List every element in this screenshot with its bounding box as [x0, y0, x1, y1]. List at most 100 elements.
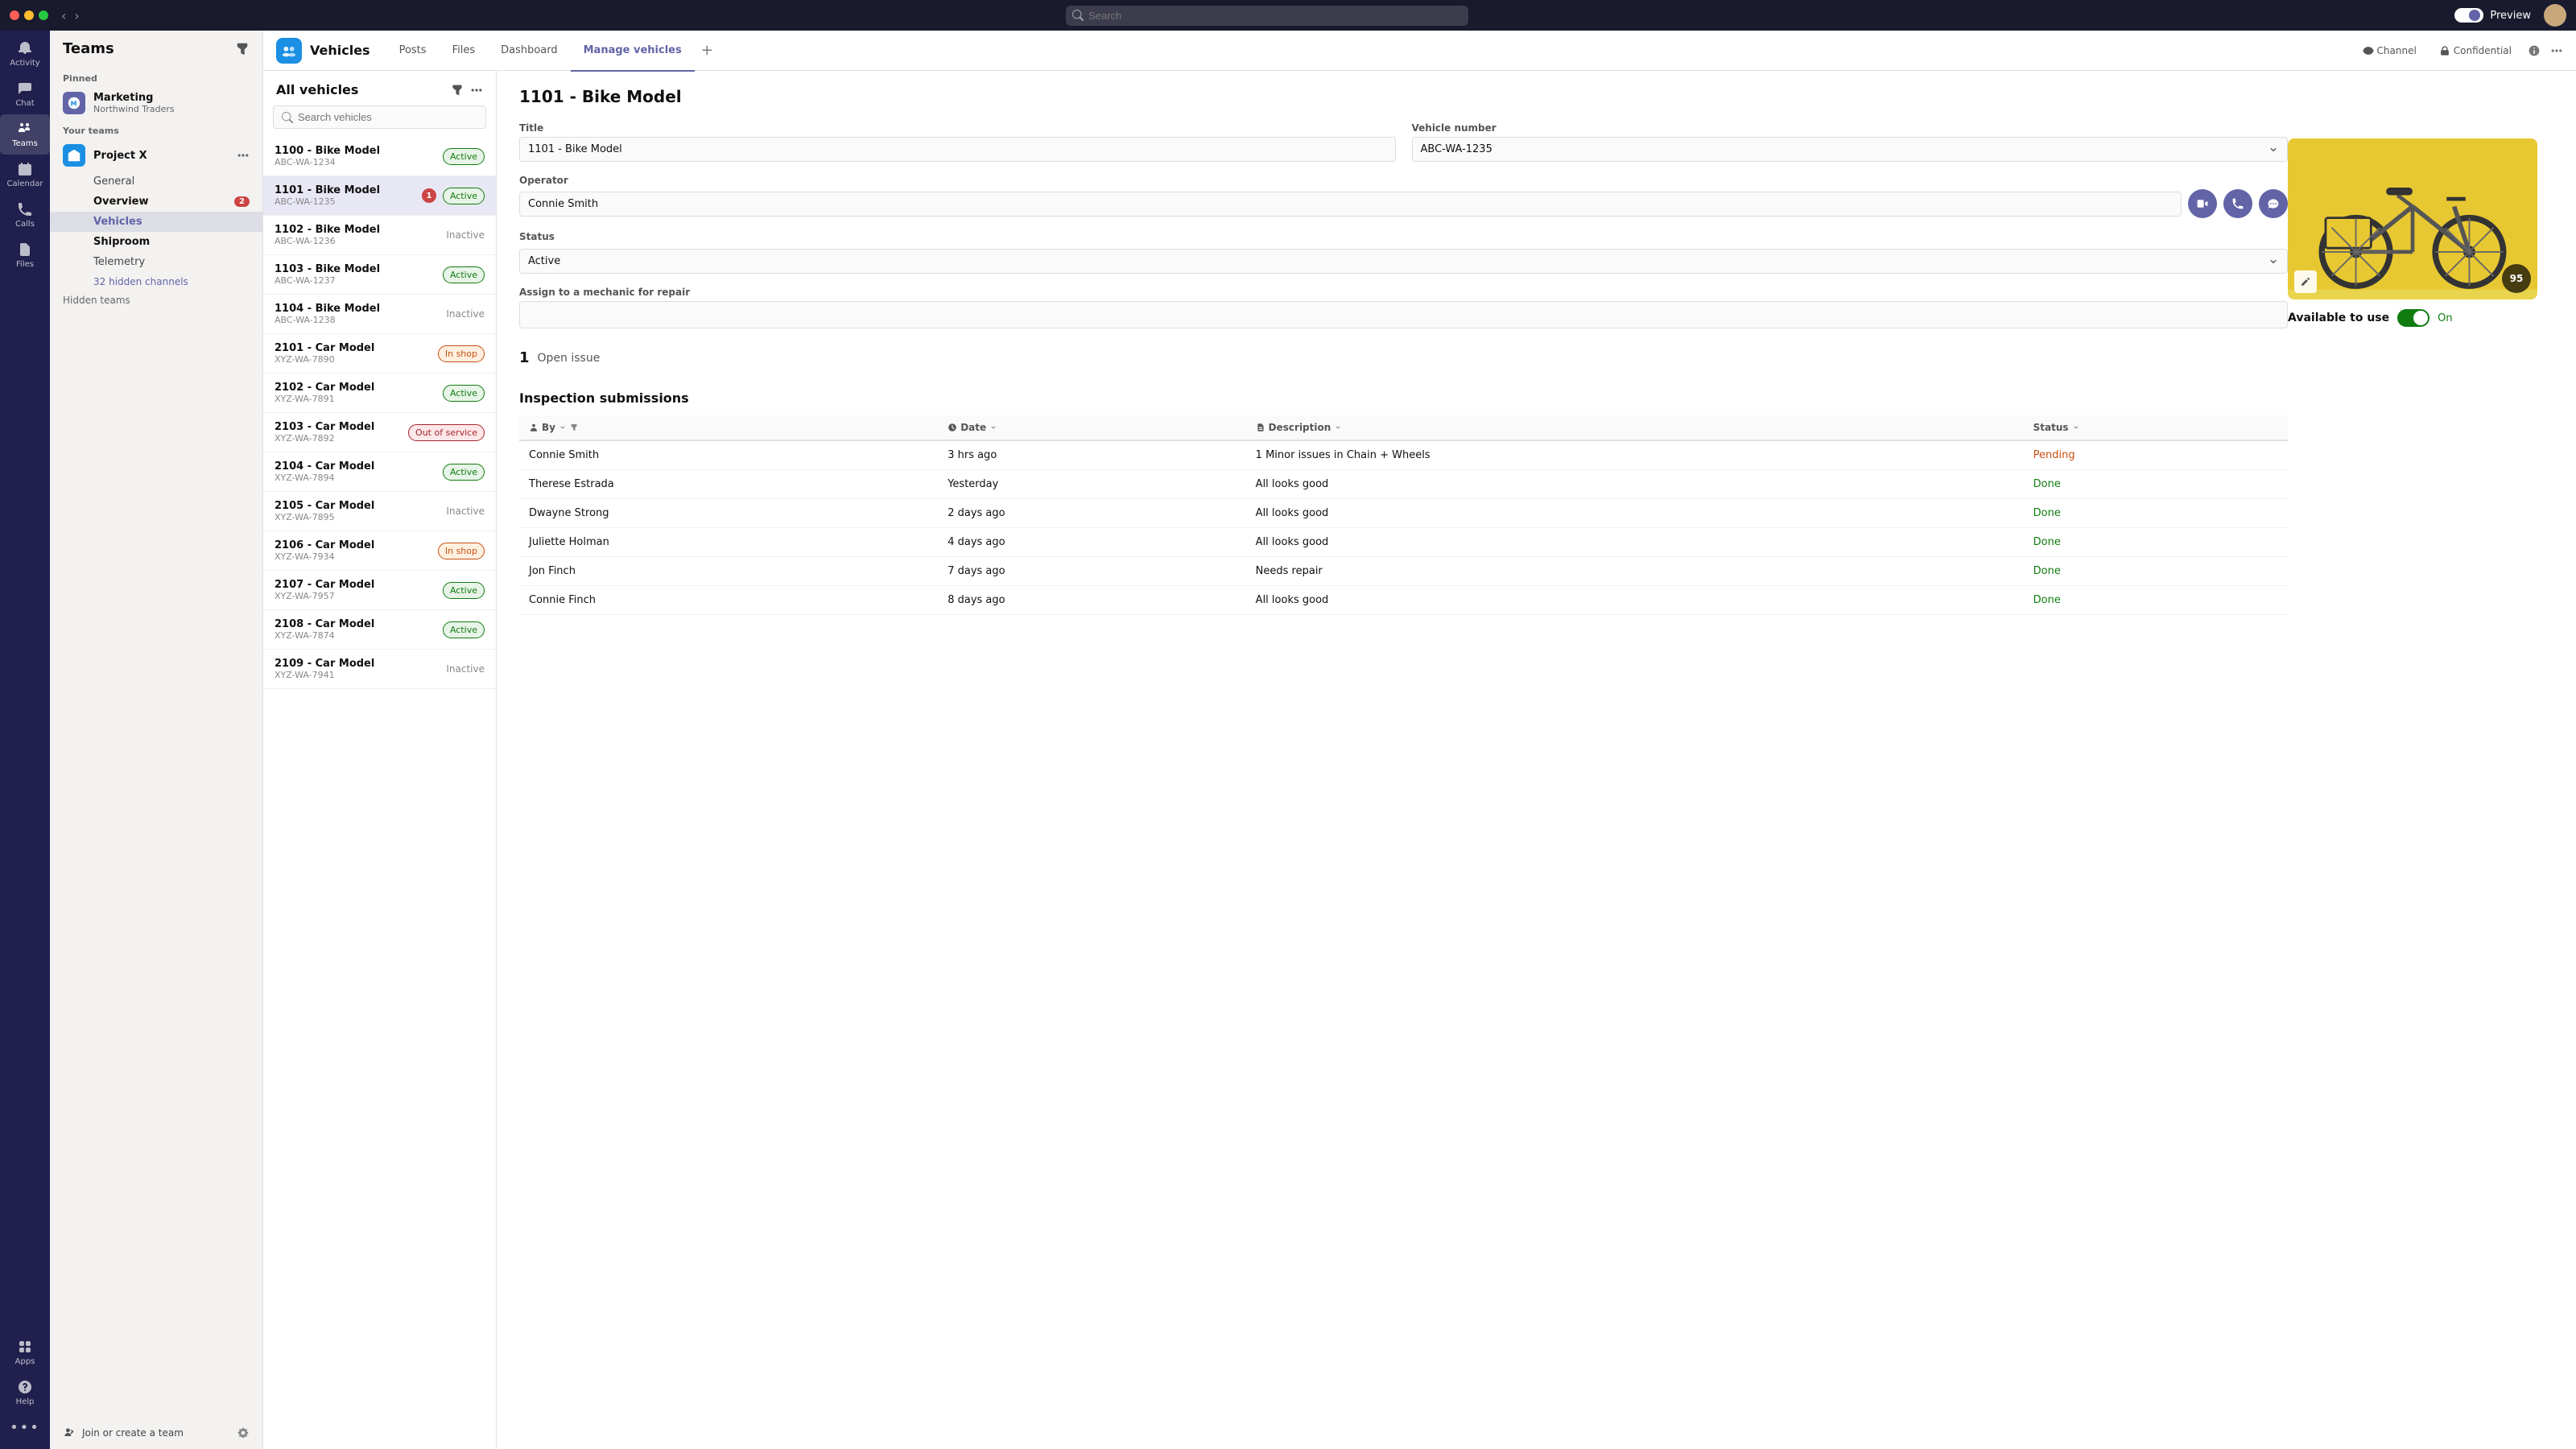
nav-item-help[interactable]: Help [0, 1373, 50, 1413]
sort-icon [559, 423, 567, 431]
vehicle-item[interactable]: 2104 - Car Model XYZ-WA-7894 Active [263, 452, 496, 492]
vehicle-search-input[interactable] [298, 111, 477, 123]
col-by[interactable]: By [519, 415, 938, 440]
vehicle-info: 2102 - Car Model XYZ-WA-7891 [275, 382, 443, 404]
close-button[interactable] [10, 10, 19, 20]
channel-vehicles[interactable]: Vehicles [50, 212, 262, 232]
pinned-team-name: Marketing [93, 92, 175, 104]
phone-call-button[interactable] [2223, 189, 2252, 218]
channel-general-label: General [93, 175, 134, 188]
channel-overview[interactable]: Overview 2 [50, 192, 262, 212]
status-badge: Active [443, 188, 485, 204]
nav-more-button[interactable]: ••• [0, 1413, 50, 1443]
maximize-button[interactable] [39, 10, 48, 20]
minimize-button[interactable] [24, 10, 34, 20]
operator-row: Connie Smith [519, 189, 2288, 218]
col-description[interactable]: Description [1246, 415, 2024, 440]
nav-item-calendar[interactable]: Calendar [0, 155, 50, 195]
status-badge: Active [443, 621, 485, 638]
vehicle-item[interactable]: 2101 - Car Model XYZ-WA-7890 In shop [263, 334, 496, 374]
filter-icon[interactable] [235, 42, 250, 56]
cell-status: Done [2024, 470, 2288, 499]
channel-overview-badge: 2 [234, 196, 250, 207]
cell-description: Needs repair [1246, 557, 2024, 586]
vehicle-item[interactable]: 2108 - Car Model XYZ-WA-7874 Active [263, 610, 496, 650]
nav-item-calls[interactable]: Calls [0, 195, 50, 235]
confidential-button[interactable]: Confidential [2433, 42, 2518, 60]
filter-col-icon[interactable] [570, 423, 578, 431]
panel-header: All vehicles [263, 71, 496, 105]
status-badge: Inactive [446, 506, 485, 517]
title-input[interactable]: 1101 - Bike Model [519, 137, 1396, 162]
panel-title: All vehicles [276, 82, 358, 97]
vehicle-item[interactable]: 1101 - Bike Model ABC-WA-1235 1 Active [263, 176, 496, 216]
vehicle-number-select[interactable]: ABC-WA-1235 [1412, 137, 2289, 162]
nav-back[interactable]: ‹ [61, 8, 66, 23]
cell-description: 1 Minor issues in Chain + Wheels [1246, 440, 2024, 470]
settings-icon[interactable] [237, 1426, 250, 1439]
col-status[interactable]: Status [2024, 415, 2288, 440]
vehicle-item[interactable]: 2102 - Car Model XYZ-WA-7891 Active [263, 374, 496, 413]
tab-posts[interactable]: Posts [386, 31, 440, 72]
vehicle-list: 1100 - Bike Model ABC-WA-1234 Active 110… [263, 137, 496, 1449]
phone-icon [2231, 197, 2244, 210]
pinned-team-item[interactable]: M Marketing Northwind Traders [50, 87, 262, 119]
add-tab-button[interactable]: + [695, 42, 720, 59]
operator-input[interactable]: Connie Smith [519, 192, 2182, 217]
list-filter-icon[interactable] [451, 84, 464, 97]
pinned-team-info: Marketing Northwind Traders [93, 92, 175, 114]
info-icon[interactable] [2528, 44, 2541, 57]
video-call-button[interactable] [2188, 189, 2217, 218]
vehicle-item[interactable]: 2105 - Car Model XYZ-WA-7895 Inactive [263, 492, 496, 531]
more-options-icon[interactable] [237, 149, 250, 162]
by-label: By [542, 422, 555, 433]
tab-manage-vehicles[interactable]: Manage vehicles [571, 31, 695, 72]
nav-calls-label: Calls [15, 220, 35, 229]
col-date[interactable]: Date [938, 415, 1245, 440]
nav-item-apps[interactable]: Apps [0, 1332, 50, 1373]
avatar[interactable] [2544, 4, 2566, 27]
more-list-icon[interactable] [470, 84, 483, 97]
vehicle-info: 2101 - Car Model XYZ-WA-7890 [275, 342, 438, 365]
preview-toggle[interactable] [2454, 8, 2483, 23]
channel-shiproom[interactable]: Shiproom [50, 232, 262, 252]
status-badge: In shop [438, 543, 485, 559]
vehicle-item[interactable]: 1102 - Bike Model ABC-WA-1236 Inactive [263, 216, 496, 255]
overflow-icon[interactable] [2550, 44, 2563, 57]
status-select[interactable]: Active [519, 249, 2288, 274]
nav-item-chat[interactable]: Chat [0, 74, 50, 114]
project-x-team-item[interactable]: Project X [50, 139, 262, 171]
nav-item-activity[interactable]: Activity [0, 34, 50, 74]
status-label: Status [519, 231, 2288, 242]
vehicle-item[interactable]: 2103 - Car Model XYZ-WA-7892 Out of serv… [263, 413, 496, 452]
vehicle-item[interactable]: 1100 - Bike Model ABC-WA-1234 Active [263, 137, 496, 176]
vehicle-number-field-group: Vehicle number ABC-WA-1235 [1412, 122, 2289, 162]
vehicle-number-label: Vehicle number [1412, 122, 2289, 134]
tab-dashboard[interactable]: Dashboard [488, 31, 571, 72]
cell-by: Juliette Holman [519, 528, 938, 557]
vehicle-item[interactable]: 2106 - Car Model XYZ-WA-7934 In shop [263, 531, 496, 571]
vehicle-item[interactable]: 1104 - Bike Model ABC-WA-1238 Inactive [263, 295, 496, 334]
join-create-team[interactable]: Join or create a team [50, 1417, 262, 1449]
nav-item-files[interactable]: Files [0, 235, 50, 275]
cell-by: Dwayne Strong [519, 499, 938, 528]
inspection-status: Pending [2033, 449, 2075, 461]
nav-forward[interactable]: › [74, 8, 79, 23]
vehicle-item[interactable]: 2107 - Car Model XYZ-WA-7957 Active [263, 571, 496, 610]
tab-files[interactable]: Files [440, 31, 489, 72]
nav-item-teams[interactable]: Teams [0, 114, 50, 155]
channel-button[interactable]: Channel [2356, 42, 2423, 60]
bell-icon [17, 40, 33, 56]
vehicle-item[interactable]: 2109 - Car Model XYZ-WA-7941 Inactive [263, 650, 496, 689]
vehicle-item[interactable]: 1103 - Bike Model ABC-WA-1237 Active [263, 255, 496, 295]
image-edit-button[interactable] [2294, 270, 2317, 293]
search-input[interactable] [1066, 6, 1468, 26]
assign-input[interactable] [519, 301, 2288, 328]
chat-button[interactable] [2259, 189, 2288, 218]
channel-telemetry[interactable]: Telemetry [50, 252, 262, 272]
cell-date: 4 days ago [938, 528, 1245, 557]
channel-general[interactable]: General [50, 171, 262, 192]
window-controls [10, 10, 48, 20]
hidden-channels-link[interactable]: 32 hidden channels [50, 272, 262, 291]
available-toggle[interactable] [2397, 309, 2429, 327]
